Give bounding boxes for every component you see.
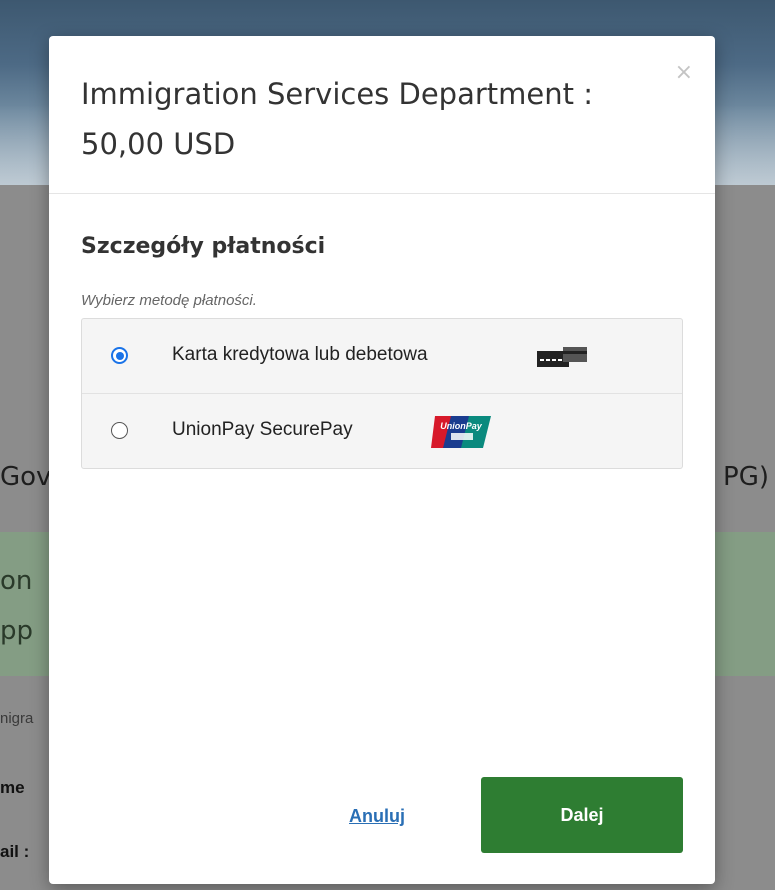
next-button[interactable]: Dalej [481, 777, 683, 853]
background-label-name: me [0, 778, 25, 797]
svg-text:UnionPay: UnionPay [440, 421, 483, 431]
credit-card-icon [537, 347, 587, 367]
background-notice-line1: on [0, 566, 33, 596]
background-label-email: ail : [0, 842, 30, 861]
payment-details-heading: Szczegóły płatności [81, 234, 326, 259]
radio-card[interactable] [111, 347, 128, 364]
modal-title: Immigration Services Department : 50,00 … [81, 77, 593, 161]
payment-method-card-label: Karta kredytowa lub debetowa [172, 344, 428, 365]
background-text-line: nigra [0, 710, 34, 727]
close-icon[interactable]: × [675, 62, 693, 84]
payment-method-unionpay[interactable]: UnionPay SecurePay UnionPay [82, 394, 682, 469]
background-heading-left: Gov [0, 462, 52, 492]
payment-method-hint: Wybierz metodę płatności. [81, 292, 257, 309]
unionpay-logo: UnionPay [431, 416, 491, 448]
radio-unionpay[interactable] [111, 422, 128, 439]
modal-header: Immigration Services Department : 50,00 … [49, 36, 715, 194]
payment-method-list: Karta kredytowa lub debetowa UnionPay Se… [81, 318, 683, 469]
background-notice-line2: pp [0, 616, 34, 646]
cancel-link[interactable]: Anuluj [349, 806, 405, 827]
payment-method-card[interactable]: Karta kredytowa lub debetowa [82, 319, 682, 394]
payment-method-unionpay-label: UnionPay SecurePay [172, 419, 353, 440]
payment-modal: Immigration Services Department : 50,00 … [49, 36, 715, 884]
background-heading-right: PG) [723, 462, 769, 492]
